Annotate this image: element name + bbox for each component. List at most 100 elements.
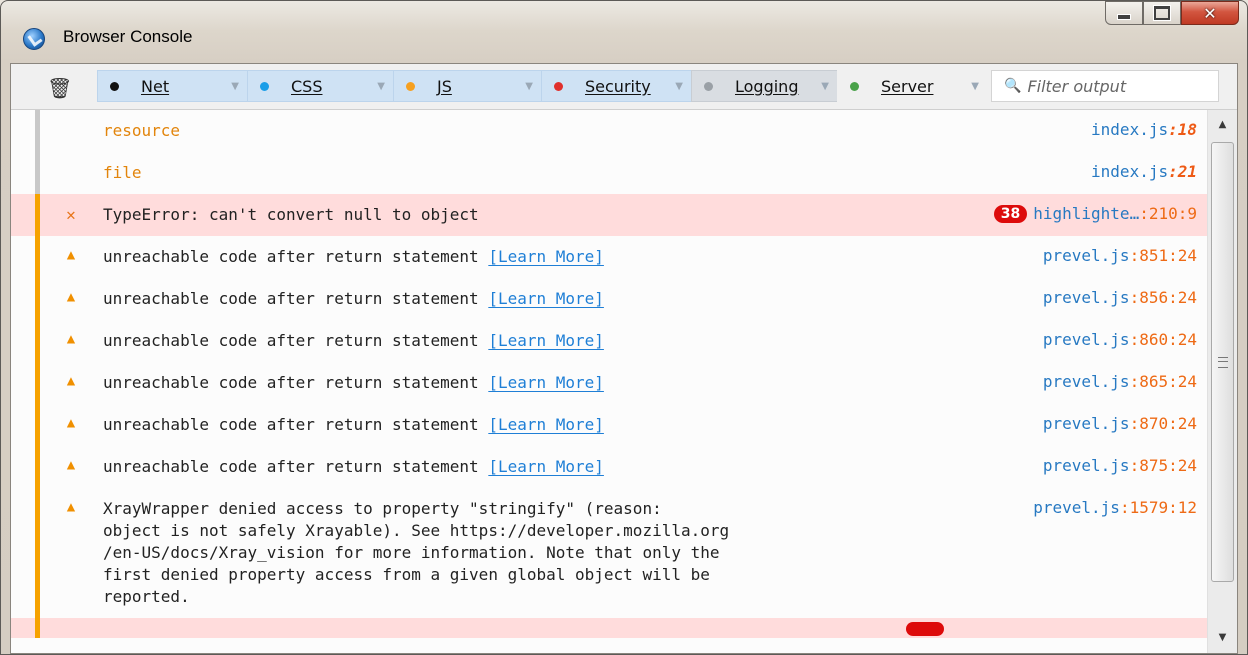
trash-icon[interactable]: 🗑 bbox=[47, 76, 72, 100]
filter-logging-button[interactable]: Logging ▼ bbox=[691, 70, 837, 102]
message-body[interactable]: unreachable code after return statement … bbox=[103, 320, 1043, 362]
message-body[interactable]: XrayWrapper denied access to property "s… bbox=[103, 488, 1033, 618]
source-file-link[interactable]: prevel.js bbox=[1043, 414, 1130, 433]
dropdown-caret-icon[interactable]: ▼ bbox=[377, 81, 385, 92]
message-gutter bbox=[11, 446, 40, 488]
message-body[interactable]: resource bbox=[103, 110, 1091, 152]
category-bar bbox=[35, 110, 40, 152]
source-line-number[interactable]: :875:24 bbox=[1130, 456, 1197, 475]
message-body[interactable]: unreachable code after return statement … bbox=[103, 362, 1043, 404]
dropdown-caret-icon[interactable]: ▼ bbox=[675, 81, 683, 92]
dropdown-caret-icon[interactable]: ▼ bbox=[231, 81, 239, 92]
category-dot-icon bbox=[406, 81, 415, 91]
warning-message-row: ▲ XrayWrapper denied access to property "… bbox=[11, 488, 1207, 618]
console-output: resource index.js:18 file index.js:21 ✕ TypeE… bbox=[11, 110, 1207, 653]
filter-label: Net bbox=[141, 76, 170, 96]
source-file-link[interactable]: prevel.js bbox=[1043, 330, 1130, 349]
browser-console-window: Browser Console ✕ 🗑 Net ▼ CSS ▼ JS ▼ Security ▼… bbox=[0, 0, 1248, 655]
source-file-link[interactable]: prevel.js bbox=[1043, 288, 1130, 307]
source-line-number[interactable]: :860:24 bbox=[1130, 330, 1197, 349]
source-line-number[interactable]: :851:24 bbox=[1130, 246, 1197, 265]
scroll-down-arrow-icon[interactable]: ▼ bbox=[1208, 625, 1237, 651]
source-file-link[interactable]: prevel.js bbox=[1043, 456, 1130, 475]
message-source: prevel.js:875:24 bbox=[1043, 446, 1207, 475]
source-file-link[interactable]: prevel.js bbox=[1043, 372, 1130, 391]
learn-more-link[interactable]: [Learn More] bbox=[488, 415, 604, 434]
firefox-icon bbox=[23, 28, 45, 50]
message-source: index.js:21 bbox=[1091, 152, 1207, 181]
warning-message-row: ▲ unreachable code after return statement… bbox=[11, 362, 1207, 404]
source-line-number[interactable]: :210:9 bbox=[1139, 204, 1197, 223]
title-bar[interactable]: Browser Console ✕ bbox=[1, 1, 1247, 63]
warning-icon: ▲ bbox=[66, 247, 76, 263]
window-controls: ✕ bbox=[1105, 1, 1239, 25]
source-line-number[interactable]: :21 bbox=[1168, 162, 1197, 181]
dropdown-caret-icon[interactable]: ▼ bbox=[821, 81, 829, 92]
source-line-number[interactable]: :856:24 bbox=[1130, 288, 1197, 307]
category-bar bbox=[35, 320, 40, 362]
message-source: prevel.js:860:24 bbox=[1043, 320, 1207, 349]
minimize-button[interactable] bbox=[1105, 1, 1143, 25]
filter-output-input[interactable]: 🔍 Filter output bbox=[991, 70, 1219, 102]
warning-icon: ▲ bbox=[66, 289, 76, 305]
message-text: XrayWrapper denied access to property "s… bbox=[103, 499, 730, 606]
message-gutter bbox=[11, 404, 40, 446]
source-line-number[interactable]: :18 bbox=[1168, 120, 1197, 139]
message-body[interactable]: unreachable code after return statement … bbox=[103, 446, 1043, 488]
source-file-link[interactable]: prevel.js bbox=[1043, 246, 1130, 265]
category-bar bbox=[35, 362, 40, 404]
source-line-number[interactable]: :865:24 bbox=[1130, 372, 1197, 391]
message-gutter bbox=[11, 278, 40, 320]
filter-security-button[interactable]: Security ▼ bbox=[541, 70, 691, 102]
close-button[interactable]: ✕ bbox=[1181, 1, 1239, 25]
source-line-number[interactable]: :1579:12 bbox=[1120, 498, 1197, 517]
filter-label: JS bbox=[437, 76, 452, 96]
message-source: prevel.js:1579:12 bbox=[1033, 488, 1207, 517]
message-body[interactable]: file bbox=[103, 152, 1091, 194]
message-gutter bbox=[11, 110, 40, 152]
learn-more-link[interactable]: [Learn More] bbox=[488, 289, 604, 308]
category-bar bbox=[35, 404, 40, 446]
learn-more-link[interactable]: [Learn More] bbox=[488, 457, 604, 476]
error-message-row bbox=[11, 618, 1207, 638]
category-bar bbox=[35, 194, 40, 236]
message-source: prevel.js:851:24 bbox=[1043, 236, 1207, 265]
dropdown-caret-icon[interactable]: ▼ bbox=[971, 81, 979, 92]
message-text: unreachable code after return statement bbox=[103, 289, 489, 308]
category-bar bbox=[35, 236, 40, 278]
message-body[interactable]: unreachable code after return statement … bbox=[103, 278, 1043, 320]
filter-css-button[interactable]: CSS ▼ bbox=[247, 70, 393, 102]
warning-message-row: ▲ unreachable code after return statement… bbox=[11, 404, 1207, 446]
message-gutter bbox=[11, 152, 40, 194]
filter-net-button[interactable]: Net ▼ bbox=[97, 70, 247, 102]
learn-more-link[interactable]: [Learn More] bbox=[488, 331, 604, 350]
warning-icon: ▲ bbox=[66, 457, 76, 473]
category-bar bbox=[35, 488, 40, 618]
source-file-link[interactable]: prevel.js bbox=[1033, 498, 1120, 517]
source-file-link[interactable]: index.js bbox=[1091, 120, 1168, 139]
category-bar bbox=[35, 278, 40, 320]
message-body[interactable]: TypeError: can't convert null to object bbox=[103, 194, 994, 236]
vertical-scrollbar[interactable]: ▲ ▼ bbox=[1207, 110, 1237, 653]
filter-js-button[interactable]: JS ▼ bbox=[393, 70, 541, 102]
scroll-up-arrow-icon[interactable]: ▲ bbox=[1208, 112, 1237, 138]
category-dot-icon bbox=[260, 81, 269, 91]
log-message-row: file index.js:21 bbox=[11, 152, 1207, 194]
dropdown-caret-icon[interactable]: ▼ bbox=[525, 81, 533, 92]
message-text: TypeError: can't convert null to object bbox=[103, 205, 479, 224]
message-body[interactable]: unreachable code after return statement … bbox=[103, 404, 1043, 446]
window-title: Browser Console bbox=[63, 27, 193, 46]
source-file-link[interactable]: index.js bbox=[1091, 162, 1168, 181]
message-gutter bbox=[11, 236, 40, 278]
filter-label: CSS bbox=[291, 76, 323, 96]
learn-more-link[interactable]: [Learn More] bbox=[488, 247, 604, 266]
source-line-number[interactable]: :870:24 bbox=[1130, 414, 1197, 433]
maximize-button[interactable] bbox=[1143, 1, 1181, 25]
learn-more-link[interactable]: [Learn More] bbox=[488, 373, 604, 392]
message-source: prevel.js:856:24 bbox=[1043, 278, 1207, 307]
message-body[interactable]: unreachable code after return statement … bbox=[103, 236, 1043, 278]
filter-server-button[interactable]: Server ▼ bbox=[837, 70, 987, 102]
message-gutter bbox=[11, 488, 40, 618]
scroll-thumb[interactable] bbox=[1211, 142, 1234, 582]
source-file-link[interactable]: highlighte… bbox=[1033, 204, 1139, 223]
